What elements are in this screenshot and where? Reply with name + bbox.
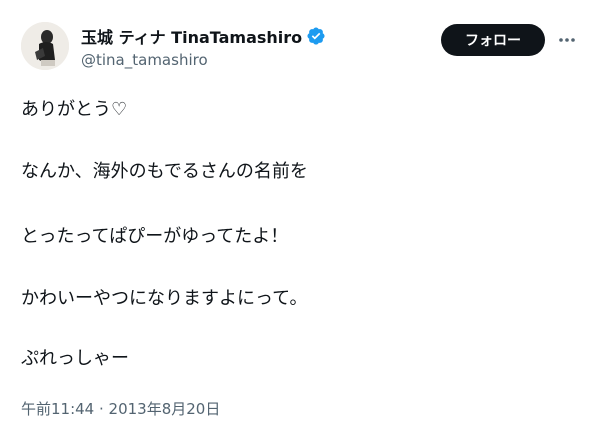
verified-badge-icon[interactable] (306, 26, 326, 46)
follow-button[interactable]: フォロー (441, 24, 545, 56)
tweet-line-1: ありがとう♡ (21, 99, 128, 120)
tweet-card: 玉城 ティナ TinaTamashiro @tina_tamashiro フォロ… (0, 0, 600, 431)
avatar-photo (21, 22, 69, 70)
tweet-line-5: ぷれっしゃー (21, 348, 129, 369)
author-handle[interactable]: @tina_tamashiro (81, 51, 326, 69)
tweet-timestamp[interactable]: 午前11:44 · 2013年8月20日 (21, 398, 220, 419)
more-horizontal-icon[interactable] (556, 29, 578, 51)
tweet-line-4: かわいーやつになりますよにって。 (21, 288, 308, 309)
avatar[interactable] (21, 22, 69, 70)
tweet-line-2: なんか、海外のもでるさんの名前を (21, 161, 308, 182)
tweet-line-3: とったってぱぴーがゆってたよ！ (21, 226, 289, 247)
author-display-name[interactable]: 玉城 ティナ TinaTamashiro (81, 24, 302, 48)
author-info: 玉城 ティナ TinaTamashiro @tina_tamashiro (81, 25, 326, 69)
author-name-row: 玉城 ティナ TinaTamashiro (81, 25, 326, 47)
